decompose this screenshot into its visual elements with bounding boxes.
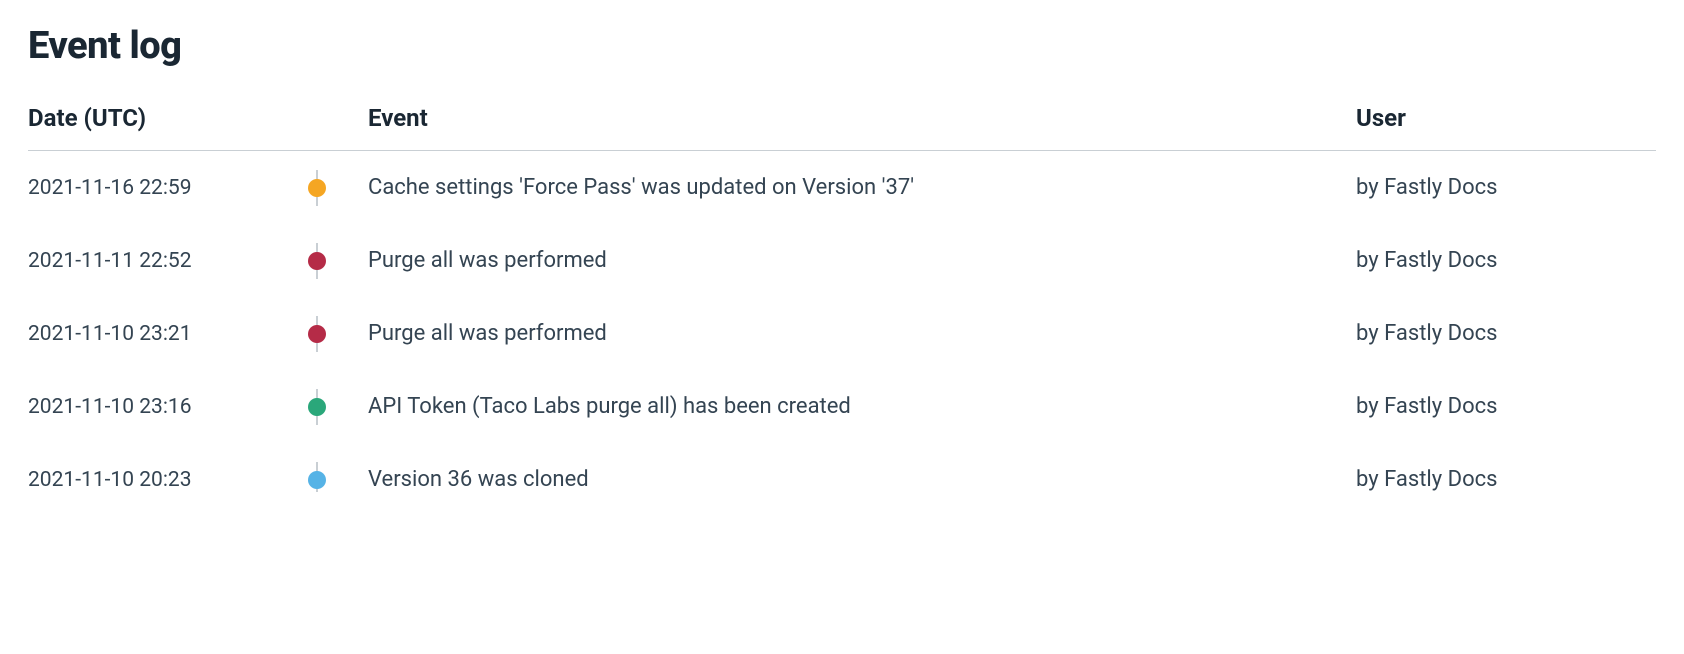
event-date: 2021-11-10 23:16 — [28, 395, 308, 419]
event-date: 2021-11-16 22:59 — [28, 176, 308, 200]
page-title: Event log — [28, 24, 1656, 68]
timeline-cell — [308, 252, 368, 270]
event-description: Purge all was performed — [368, 248, 1356, 273]
event-user: by Fastly Docs — [1356, 175, 1656, 200]
table-row: 2021-11-10 20:23 Version 36 was clonedby … — [28, 443, 1656, 516]
event-date-text: 2021-11-10 23:16 — [28, 395, 192, 419]
event-date-text: 2021-11-10 20:23 — [28, 468, 192, 492]
table-row: 2021-11-11 22:52 Purge all was performedb… — [28, 224, 1656, 297]
event-date: 2021-11-10 20:23 — [28, 468, 308, 492]
timeline-cell — [308, 325, 368, 343]
event-description: Version 36 was cloned — [368, 467, 1356, 492]
event-description: Purge all was performed — [368, 321, 1356, 346]
event-user: by Fastly Docs — [1356, 467, 1656, 492]
event-date-text: 2021-11-16 22:59 — [28, 176, 192, 200]
event-description: API Token (Taco Labs purge all) has been… — [368, 394, 1356, 419]
event-user: by Fastly Docs — [1356, 321, 1656, 346]
timeline-cell — [308, 471, 368, 489]
event-user: by Fastly Docs — [1356, 394, 1656, 419]
table-header-row: Date (UTC) Event User — [28, 104, 1656, 151]
event-log-table: Date (UTC) Event User 2021-11-16 22:59 Ca… — [28, 104, 1656, 516]
status-dot-icon — [308, 398, 326, 416]
timeline-cell — [308, 398, 368, 416]
status-dot-icon — [308, 179, 326, 197]
column-header-event: Event — [368, 104, 1356, 132]
event-date: 2021-11-11 22:52 — [28, 249, 308, 273]
event-user: by Fastly Docs — [1356, 248, 1656, 273]
event-description: Cache settings 'Force Pass' was updated … — [368, 175, 1356, 200]
event-date-text: 2021-11-10 23:21 — [28, 322, 192, 346]
table-row: 2021-11-10 23:16 API Token (Taco Labs pur… — [28, 370, 1656, 443]
timeline-cell — [308, 179, 368, 197]
column-header-user: User — [1356, 104, 1656, 132]
status-dot-icon — [308, 252, 326, 270]
table-row: 2021-11-10 23:21 Purge all was performedb… — [28, 297, 1656, 370]
event-date-text: 2021-11-11 22:52 — [28, 249, 192, 273]
status-dot-icon — [308, 471, 326, 489]
status-dot-icon — [308, 325, 326, 343]
table-row: 2021-11-16 22:59 Cache settings 'Force Pa… — [28, 151, 1656, 224]
column-header-date: Date (UTC) — [28, 104, 368, 132]
event-date: 2021-11-10 23:21 — [28, 322, 308, 346]
